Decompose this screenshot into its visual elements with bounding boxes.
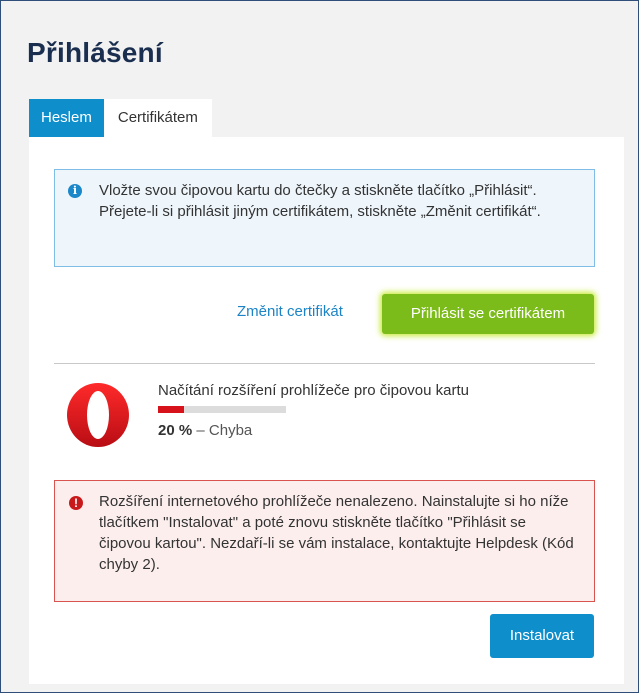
login-certificate-button[interactable]: Přihlásit se certifikátem [382, 294, 594, 334]
certificate-panel: i Vložte svou čipovou kartu do čtečky a … [29, 137, 624, 684]
change-certificate-link[interactable]: Změnit certifikát [237, 303, 343, 320]
progress-bar-fill [158, 406, 184, 413]
install-button[interactable]: Instalovat [490, 614, 594, 658]
progress-percent: 20 % [158, 422, 193, 439]
error-text: Rozšíření internetového prohlížeče nenal… [99, 493, 574, 573]
login-tabs: Heslem Certifikátem [29, 99, 212, 137]
login-window: Přihlášení Heslem Certifikátem i Vložte … [0, 0, 639, 693]
divider [54, 363, 595, 364]
progress-status: 20 % – Chyba [158, 422, 252, 439]
tab-password[interactable]: Heslem [29, 99, 104, 137]
progress-status-text: Chyba [208, 422, 253, 439]
error-icon: ! [69, 496, 83, 510]
progress-bar [158, 406, 286, 413]
opera-logo-icon [67, 383, 129, 447]
info-icon: i [68, 184, 82, 198]
info-alert: i Vložte svou čipovou kartu do čtečky a … [54, 169, 595, 267]
info-text: Vložte svou čipovou kartu do čtečky a st… [99, 182, 541, 220]
page-title: Přihlášení [27, 37, 163, 68]
progress-separator: – [196, 422, 205, 439]
tab-certificate[interactable]: Certifikátem [103, 99, 212, 137]
progress-title: Načítání rozšíření prohlížeče pro čipovo… [158, 382, 469, 399]
error-alert: ! Rozšíření internetového prohlížeče nen… [54, 480, 595, 602]
